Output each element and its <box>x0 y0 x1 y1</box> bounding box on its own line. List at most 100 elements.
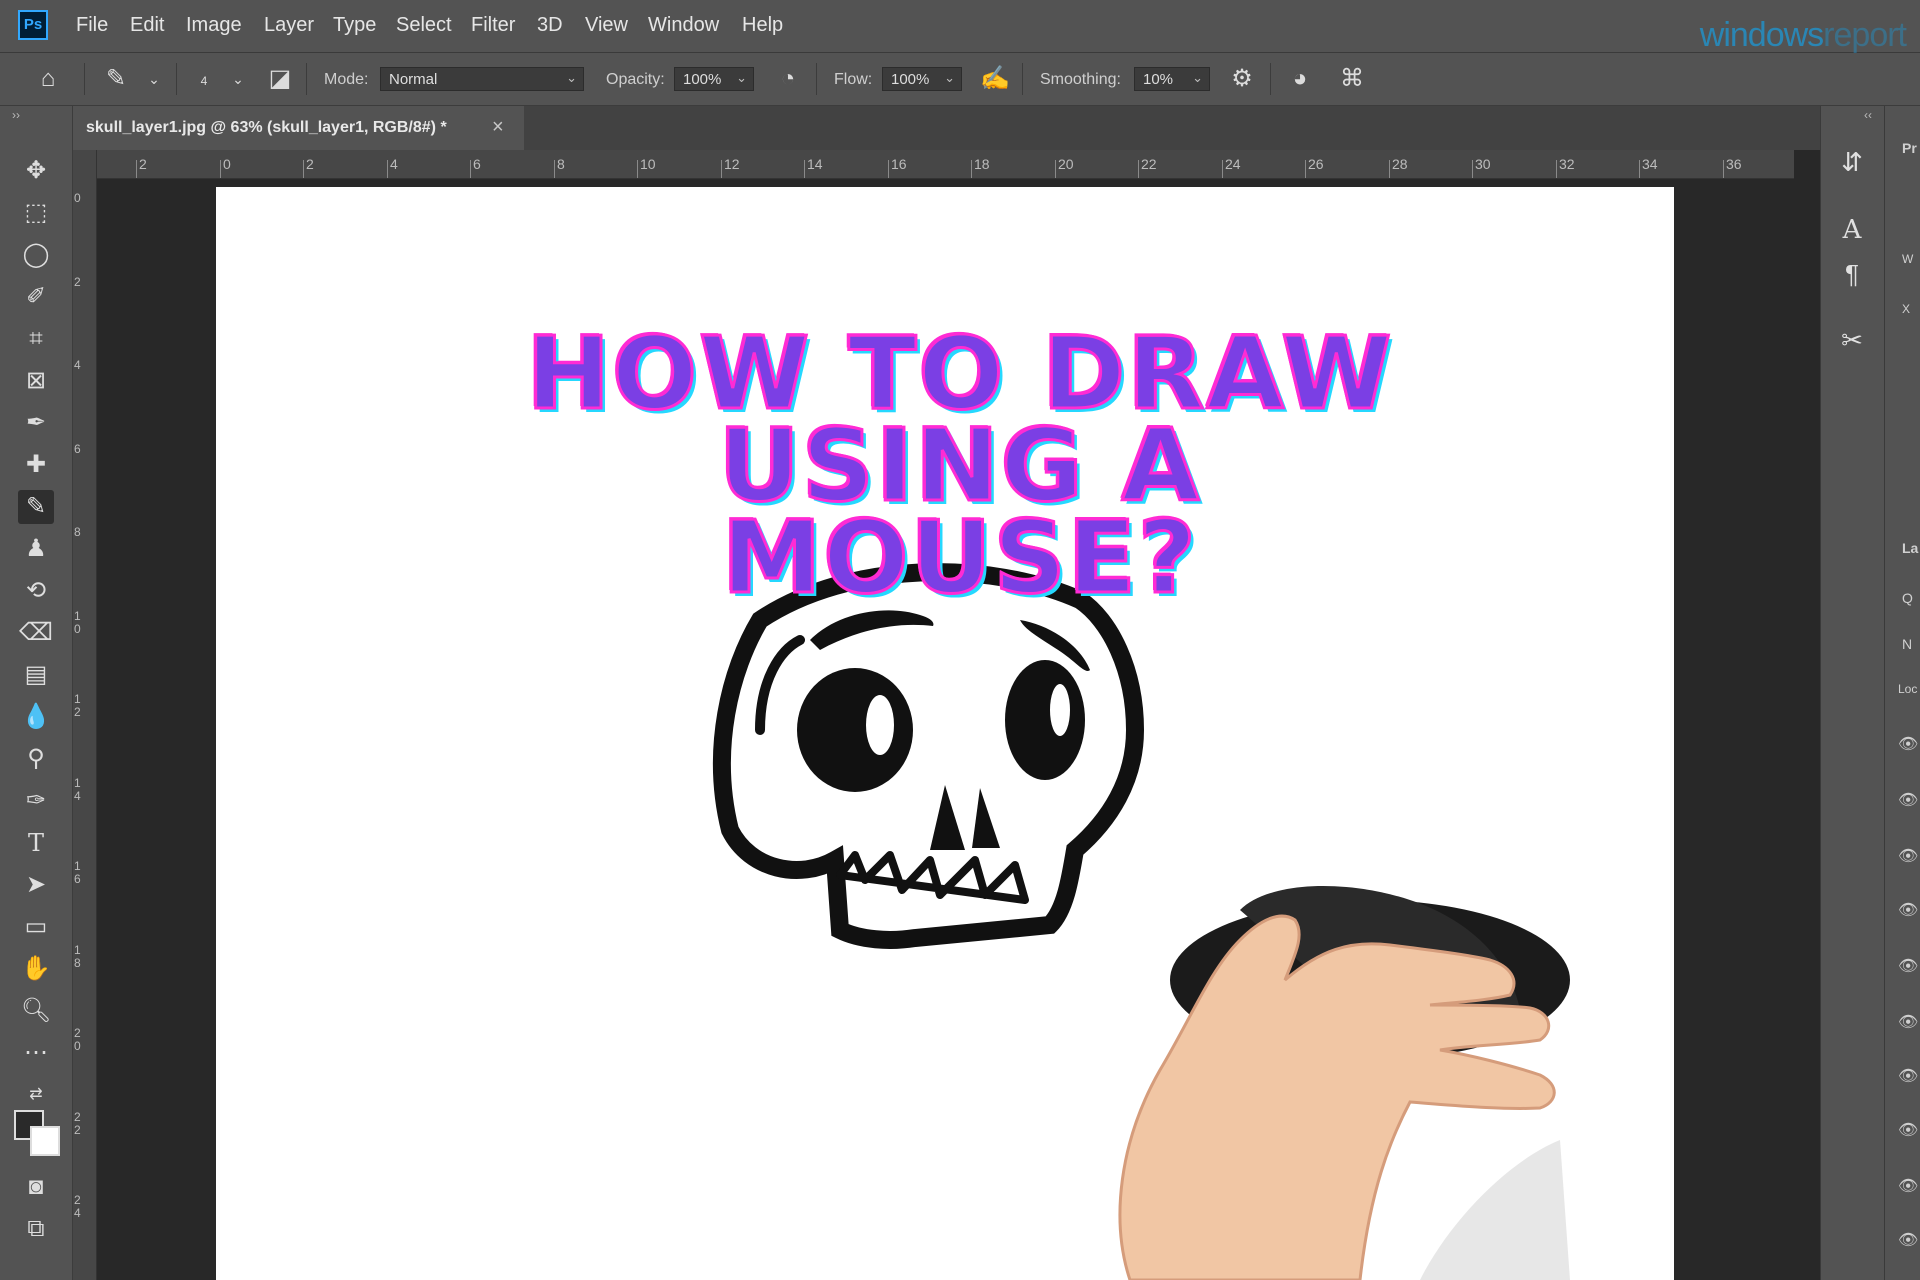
layer-filter-search[interactable]: Q <box>1902 590 1913 606</box>
menu-select[interactable]: Select <box>396 14 452 37</box>
ruler-left-label: 0 <box>74 191 81 205</box>
ruler-tick <box>1138 160 1139 178</box>
blend-mode-select[interactable]: N <box>1902 636 1912 652</box>
hand-on-mouse-photo <box>1118 886 1570 1280</box>
clone-stamp-tool-icon[interactable]: ♟ <box>18 532 54 566</box>
ruler-tick <box>387 160 388 178</box>
pressure-opacity-icon[interactable]: ◔ <box>774 65 802 93</box>
symmetry-icon[interactable]: ⌘ <box>1338 65 1366 93</box>
smoothing-field[interactable]: 10% ⌄ <box>1134 67 1210 91</box>
eye-icon[interactable]: 👁︎ <box>1898 900 1918 920</box>
flow-field[interactable]: 100% ⌄ <box>882 67 962 91</box>
history-panel-icon[interactable]: ⇵ <box>1836 146 1868 178</box>
background-color-swatch[interactable] <box>30 1126 60 1156</box>
healing-brush-tool-icon[interactable]: ✚ <box>18 448 54 482</box>
character-panel-icon[interactable]: A <box>1836 214 1868 246</box>
move-tool-icon[interactable]: ✥ <box>18 154 54 188</box>
photoshop-logo[interactable]: Ps <box>18 10 48 40</box>
ruler-top-label: 20 <box>1058 156 1074 172</box>
layers-panel-title: La <box>1902 540 1919 556</box>
lasso-tool-icon[interactable]: ◯ <box>18 238 54 272</box>
document-tab[interactable]: skull_layer1.jpg @ 63% (skull_layer1, RG… <box>72 106 524 150</box>
mode-select[interactable]: Normal ⌄ <box>380 67 584 91</box>
eyedropper-tool-icon[interactable]: ✒ <box>18 406 54 440</box>
paragraph-panel-icon[interactable]: ¶ <box>1836 258 1868 290</box>
eye-icon[interactable]: 👁︎ <box>1898 1176 1918 1196</box>
eye-icon[interactable]: 👁︎ <box>1898 956 1918 976</box>
gear-icon[interactable]: ⚙ <box>1228 65 1256 93</box>
ruler-top-label: 14 <box>807 156 823 172</box>
rectangle-tool-icon[interactable]: ▭ <box>18 910 54 944</box>
pressure-size-icon[interactable]: ◕ <box>1286 65 1314 93</box>
ruler-left-label: 1 4 <box>74 776 85 803</box>
ruler-tick <box>971 160 972 178</box>
gradient-tool-icon[interactable]: ▤ <box>18 658 54 692</box>
separator <box>1270 63 1271 95</box>
pen-tool-icon[interactable]: ✑ <box>18 784 54 818</box>
headline-line-3: MOUSE? <box>720 499 1199 616</box>
quick-selection-tool-icon[interactable]: ✐ <box>18 280 54 314</box>
lock-label: Loc <box>1898 682 1918 696</box>
crop-tool-icon[interactable]: ⌗ <box>18 322 54 356</box>
path-selection-tool-icon[interactable]: ➤ <box>18 868 54 902</box>
marquee-tool-icon[interactable]: ⬚ <box>18 196 54 230</box>
ruler-tick <box>1389 160 1390 178</box>
menu-edit[interactable]: Edit <box>130 14 164 37</box>
eraser-tool-icon[interactable]: ⌫ <box>18 616 54 650</box>
dodge-tool-icon[interactable]: ⚲ <box>18 742 54 776</box>
more-tools-icon[interactable]: ⋯ <box>18 1036 54 1070</box>
collapse-icon[interactable]: ›› <box>12 108 20 122</box>
quick-mask-icon[interactable]: ◙ <box>18 1170 54 1204</box>
separator <box>306 63 307 95</box>
menu-type[interactable]: Type <box>333 14 376 37</box>
history-brush-tool-icon[interactable]: ⟲ <box>18 574 54 608</box>
eye-icon[interactable]: 👁︎ <box>1898 734 1918 754</box>
frame-tool-icon[interactable]: ⊠ <box>18 364 54 398</box>
menu-layer[interactable]: Layer <box>264 14 314 37</box>
tool-presets-icon[interactable]: ✂ <box>1836 324 1868 356</box>
menu-filter[interactable]: Filter <box>471 14 515 37</box>
eye-icon[interactable]: 👁︎ <box>1898 1120 1918 1140</box>
chevron-down-icon: ⌄ <box>944 70 955 85</box>
screen-mode-icon[interactable]: ⧉ <box>18 1212 54 1246</box>
ruler-top-label: 10 <box>640 156 656 172</box>
eye-icon[interactable]: 👁︎ <box>1898 1230 1918 1250</box>
menu-file[interactable]: File <box>76 14 108 37</box>
eye-icon[interactable]: 👁︎ <box>1898 1012 1918 1032</box>
collapse-icon[interactable]: ‹‹ <box>1864 108 1872 122</box>
ruler-tick <box>888 160 889 178</box>
close-icon[interactable]: × <box>492 116 504 139</box>
ruler-tick <box>1639 160 1640 178</box>
blur-tool-icon[interactable]: 💧 <box>18 700 54 734</box>
type-tool-icon[interactable]: T <box>18 826 54 860</box>
ruler-horizontal <box>96 150 1794 179</box>
ruler-left-label: 1 8 <box>74 943 85 970</box>
hand-tool-icon[interactable]: ✋ <box>18 952 54 986</box>
ruler-top-label: 32 <box>1559 156 1575 172</box>
ruler-left-label: 1 0 <box>74 609 85 636</box>
menu-view[interactable]: View <box>585 14 628 37</box>
menu-image[interactable]: Image <box>186 14 242 37</box>
brush-settings-icon[interactable]: ◪ <box>266 65 294 93</box>
zoom-tool-icon[interactable]: 🔍︎ <box>18 994 54 1028</box>
ruler-top-label: 36 <box>1726 156 1742 172</box>
opacity-field[interactable]: 100% ⌄ <box>674 67 754 91</box>
airbrush-icon[interactable]: ✍ <box>980 65 1010 93</box>
document-tab-title: skull_layer1.jpg @ 63% (skull_layer1, RG… <box>86 119 447 136</box>
eye-icon[interactable]: 👁︎ <box>1898 790 1918 810</box>
eye-icon[interactable]: 👁︎ <box>1898 846 1918 866</box>
ruler-tick <box>721 160 722 178</box>
brush-size-display[interactable]: 4 <box>190 73 218 101</box>
eye-icon[interactable]: 👁︎ <box>1898 1066 1918 1086</box>
home-icon[interactable]: ⌂ <box>34 65 62 93</box>
menu-3d[interactable]: 3D <box>537 14 563 37</box>
chevron-down-icon[interactable]: ⌄ <box>224 65 252 93</box>
menu-window[interactable]: Window <box>648 14 719 37</box>
ruler-tick <box>136 160 137 178</box>
swap-colors-icon[interactable]: ⇄ <box>18 1078 54 1112</box>
opacity-label: Opacity: <box>606 71 665 88</box>
menu-help[interactable]: Help <box>742 14 783 37</box>
brush-tool-icon[interactable]: ✎ <box>18 490 54 524</box>
brush-preset-icon[interactable]: ✎ <box>102 65 130 93</box>
chevron-down-icon[interactable]: ⌄ <box>140 65 168 93</box>
